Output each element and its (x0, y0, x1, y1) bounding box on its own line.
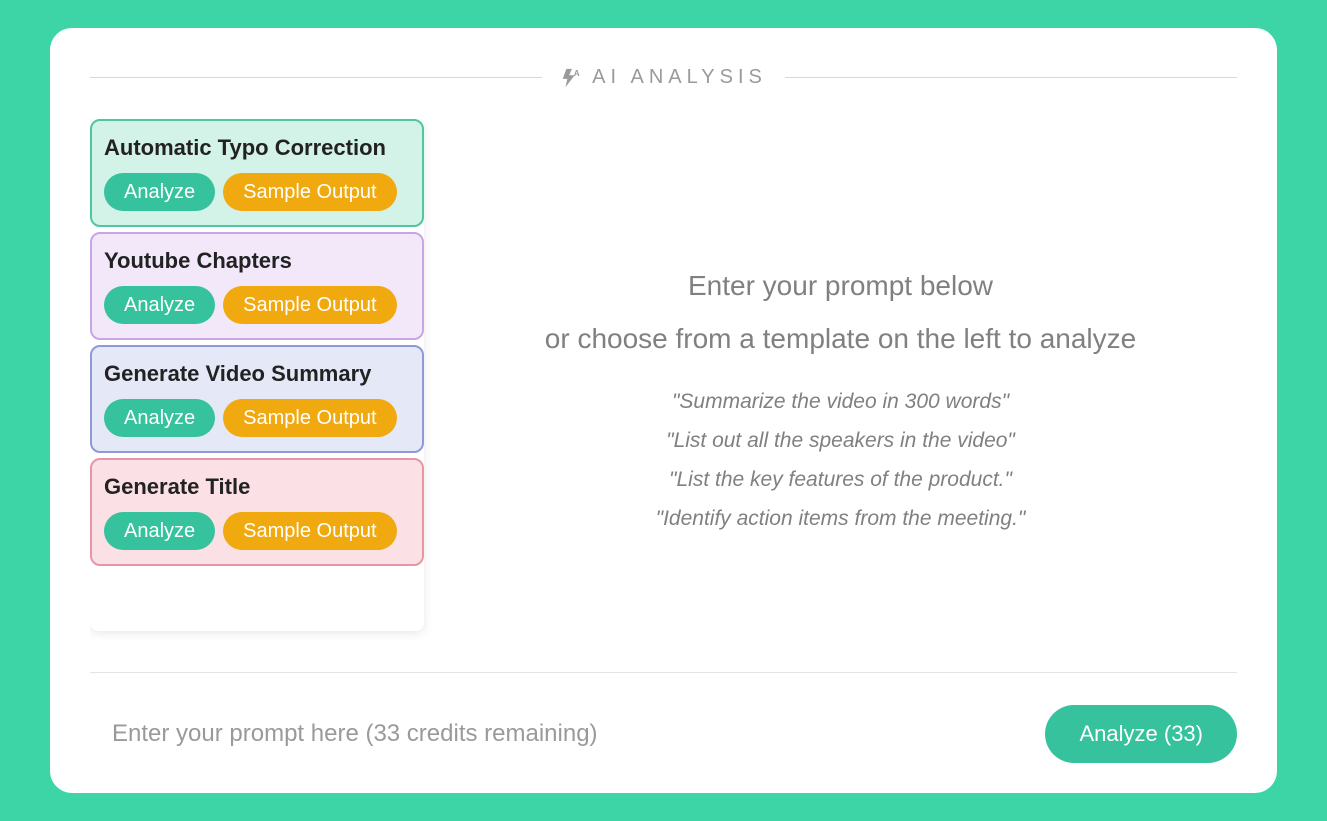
analyze-button[interactable]: Analyze (104, 286, 215, 324)
example-prompt: "Summarize the video in 300 words" (656, 383, 1026, 422)
template-card-summary[interactable]: Generate Video Summary Analyze Sample Ou… (90, 345, 424, 453)
template-title: Generate Title (104, 474, 410, 500)
sample-output-button[interactable]: Sample Output (223, 173, 396, 211)
instructions-main: Enter your prompt below or choose from a… (545, 259, 1136, 365)
template-card-typo[interactable]: Automatic Typo Correction Analyze Sample… (90, 119, 424, 227)
analyze-button[interactable]: Analyze (104, 173, 215, 211)
analyze-button[interactable]: Analyze (104, 399, 215, 437)
templates-column: Automatic Typo Correction Analyze Sample… (90, 119, 424, 631)
example-prompt: "Identify action items from the meeting.… (656, 500, 1026, 539)
sample-output-button[interactable]: Sample Output (223, 286, 396, 324)
header-title: AI ANALYSIS (592, 66, 767, 89)
instructions-area: Enter your prompt below or choose from a… (444, 119, 1237, 664)
svg-text:A: A (574, 69, 582, 78)
instructions-line2: or choose from a template on the left to… (545, 312, 1136, 365)
sample-output-button[interactable]: Sample Output (223, 399, 396, 437)
prompt-footer: Analyze (33) (90, 672, 1237, 763)
template-title: Youtube Chapters (104, 248, 410, 274)
sample-output-button[interactable]: Sample Output (223, 512, 396, 550)
main-panel: A AI ANALYSIS Automatic Typo Correction … (50, 28, 1277, 793)
template-actions: Analyze Sample Output (104, 399, 410, 437)
template-card-title[interactable]: Generate Title Analyze Sample Output (90, 458, 424, 566)
divider-right (785, 77, 1237, 78)
template-actions: Analyze Sample Output (104, 512, 410, 550)
instructions-line1: Enter your prompt below (545, 259, 1136, 312)
template-actions: Analyze Sample Output (104, 286, 410, 324)
template-title: Automatic Typo Correction (104, 135, 410, 161)
template-card-chapters[interactable]: Youtube Chapters Analyze Sample Output (90, 232, 424, 340)
example-prompt: "List the key features of the product." (656, 461, 1026, 500)
example-prompt: "List out all the speakers in the video" (656, 422, 1026, 461)
instructions-examples: "Summarize the video in 300 words" "List… (656, 383, 1026, 538)
header-title-wrap: A AI ANALYSIS (560, 66, 767, 89)
prompt-input[interactable] (108, 712, 1025, 756)
template-actions: Analyze Sample Output (104, 173, 410, 211)
ai-flash-icon: A (560, 67, 582, 89)
analyze-button[interactable]: Analyze (104, 512, 215, 550)
analyze-submit-button[interactable]: Analyze (33) (1045, 705, 1237, 763)
section-header: A AI ANALYSIS (90, 66, 1237, 89)
template-title: Generate Video Summary (104, 361, 410, 387)
divider-left (90, 77, 542, 78)
content-area: Automatic Typo Correction Analyze Sample… (90, 119, 1237, 664)
